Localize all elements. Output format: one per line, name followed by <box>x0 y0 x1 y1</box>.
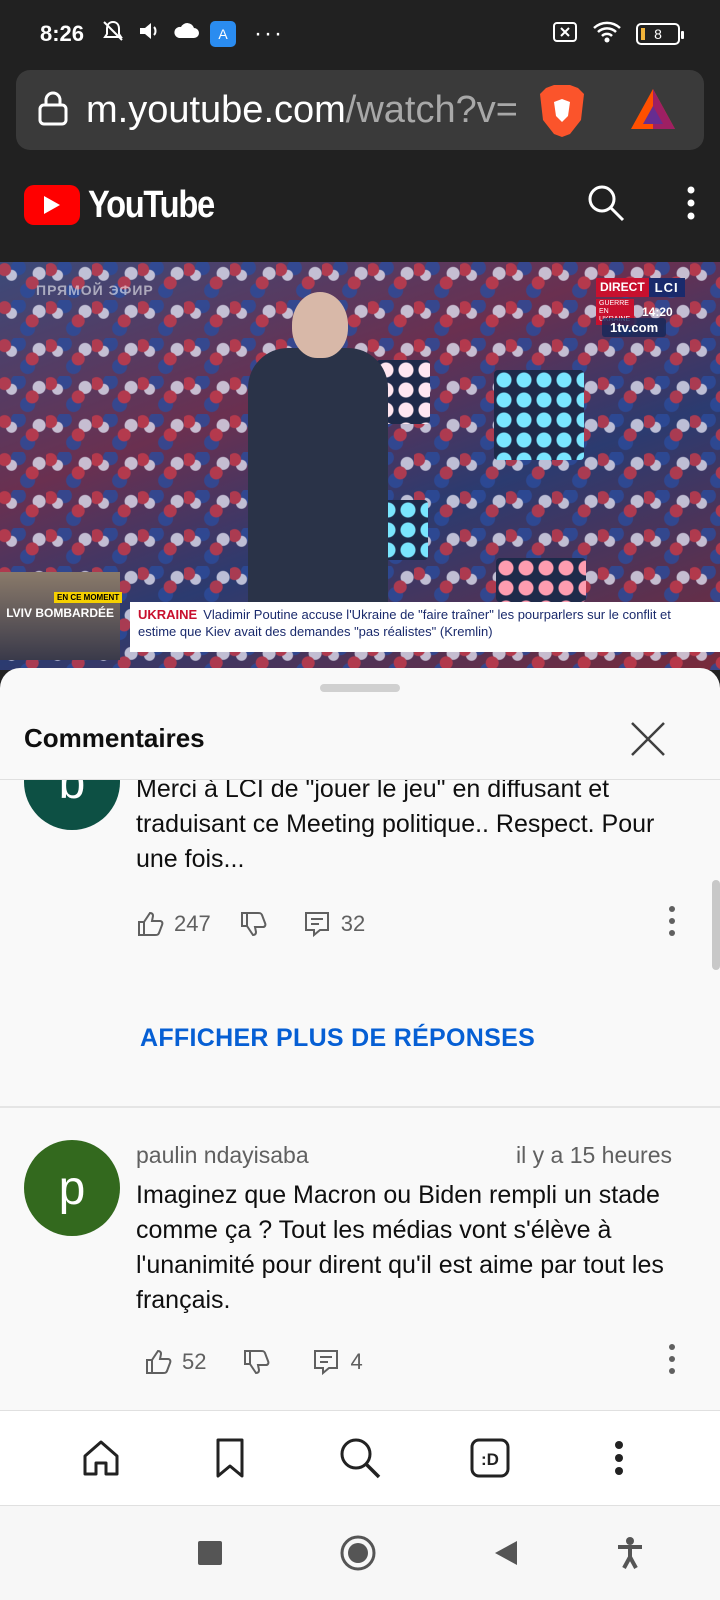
comments-title: Commentaires <box>24 723 205 753</box>
accessibility-icon[interactable] <box>600 1523 660 1583</box>
url-path: /watch?v= <box>345 88 516 131</box>
stage-light <box>494 370 584 460</box>
dislike-button[interactable] <box>239 910 267 938</box>
news-banner-label: UKRAINE <box>138 607 198 622</box>
cloud-icon <box>172 20 200 48</box>
youtube-wordmark: YouTube <box>88 183 215 226</box>
video-player[interactable]: ПРЯМОЙ ЭФИР DIRECT LCI GUERRE EN UKRAINE… <box>0 262 720 670</box>
reply-icon <box>304 912 329 938</box>
reply-count: 32 <box>340 911 366 936</box>
wifi-icon <box>592 20 622 49</box>
url-host: m.youtube.com <box>86 88 346 131</box>
search-icon[interactable] <box>330 1428 390 1488</box>
more-vert-icon[interactable] <box>668 905 676 943</box>
comment-actions: 247 32 <box>136 904 676 944</box>
notifications-off-icon <box>100 18 126 50</box>
thumbs-up-icon <box>146 1349 172 1374</box>
avatar[interactable]: b <box>24 780 120 830</box>
reply-button[interactable]: 4 <box>312 1348 363 1376</box>
youtube-search-icon[interactable] <box>586 183 626 228</box>
moment-tag: EN CE MOMENT <box>54 592 123 603</box>
status-bar: 8:26 A ··· 8 <box>0 0 720 68</box>
comment-author[interactable]: paulin ndayisaba <box>136 1142 309 1169</box>
comment-time: il y a 15 heures <box>516 1142 672 1168</box>
thumbs-down-icon <box>244 1350 270 1375</box>
bookmark-icon[interactable] <box>200 1428 260 1488</box>
reply-button[interactable]: 32 <box>303 910 365 938</box>
volume-icon <box>136 18 162 50</box>
comment-text: Merci à LCI de "jouer le jeu" en diffusa… <box>136 780 655 873</box>
channel-watermark: ПРЯМОЙ ЭФИР <box>36 282 154 298</box>
comment-text: Imaginez que Macron ou Biden rempli un s… <box>136 1181 664 1314</box>
back-icon[interactable] <box>476 1523 536 1583</box>
like-count: 247 <box>174 911 211 936</box>
like-button[interactable]: 247 <box>136 910 211 938</box>
youtube-logo[interactable]: YouTube <box>24 184 234 227</box>
status-time: 8:26 <box>40 21 85 46</box>
address-bar[interactable]: m.youtube.com/watch?v= <box>16 70 704 150</box>
lci-time: 14:20 <box>642 305 673 319</box>
more-status-icon: ··· <box>254 20 285 47</box>
home-circle-icon[interactable] <box>328 1523 388 1583</box>
place-label: LVIV BOMBARDÉE <box>6 606 114 620</box>
tv-site-label: 1tv.com <box>602 318 667 337</box>
like-count: 52 <box>182 1349 207 1374</box>
reply-count: 4 <box>350 1349 363 1374</box>
avatar[interactable]: p <box>24 1140 120 1236</box>
comment-divider <box>0 1106 720 1108</box>
dislike-button[interactable] <box>242 1348 270 1376</box>
battery-level: 8 <box>654 26 662 42</box>
show-more-replies-button[interactable]: AFFICHER PLUS DE RÉPONSES <box>140 1024 535 1053</box>
system-navigation-bar <box>0 1506 720 1600</box>
no-sim-icon <box>552 21 578 48</box>
tabs-label: :D <box>481 1450 499 1469</box>
comment-actions: 52 4 <box>136 1342 676 1382</box>
youtube-header: YouTube <box>0 150 720 260</box>
comments-header: Commentaires <box>0 698 720 780</box>
youtube-play-icon <box>24 185 80 225</box>
news-lower-third: EN CE MOMENT LVIV BOMBARDÉE UKRAINE Vladi… <box>0 572 720 670</box>
lock-icon[interactable] <box>36 89 70 132</box>
recents-icon[interactable] <box>180 1523 240 1583</box>
brave-shields-icon[interactable] <box>536 82 588 138</box>
lci-direct-label: DIRECT <box>596 278 649 297</box>
news-banner-text: Vladimir Poutine accuse l'Ukraine de "fa… <box>138 607 671 639</box>
sheet-drag-handle[interactable] <box>320 684 400 692</box>
brave-rewards-icon[interactable] <box>628 86 678 132</box>
battery-icon: 8 <box>636 23 684 45</box>
thumbs-up-icon <box>138 911 164 936</box>
youtube-more-icon[interactable] <box>686 185 696 226</box>
more-vert-icon[interactable] <box>668 1343 676 1381</box>
home-icon[interactable] <box>71 1428 131 1488</box>
like-button[interactable]: 52 <box>144 1348 206 1376</box>
close-icon[interactable] <box>624 715 672 763</box>
url-text[interactable]: m.youtube.com/watch?v= <box>86 89 516 132</box>
reply-icon <box>314 1350 339 1376</box>
phone-screen: 8:26 A ··· 8 m.youtube.com/watch?v= YouT… <box>0 0 720 1600</box>
tabs-icon[interactable]: :D <box>460 1428 520 1488</box>
browser-toolbar: :D <box>0 1410 720 1506</box>
comments-list[interactable]: b Merci à LCI de "jouer le jeu" en diffu… <box>0 780 720 1410</box>
menu-icon[interactable] <box>589 1428 649 1488</box>
comments-sheet: Commentaires b Merci à LCI de "jouer le … <box>0 668 720 1410</box>
comments-scrollbar[interactable] <box>712 880 720 970</box>
lci-logo: LCI <box>648 278 685 297</box>
thumbs-down-icon <box>240 912 267 937</box>
app-notification-icon: A <box>210 21 237 47</box>
news-banner: UKRAINE Vladimir Poutine accuse l'Ukraine… <box>130 602 720 652</box>
